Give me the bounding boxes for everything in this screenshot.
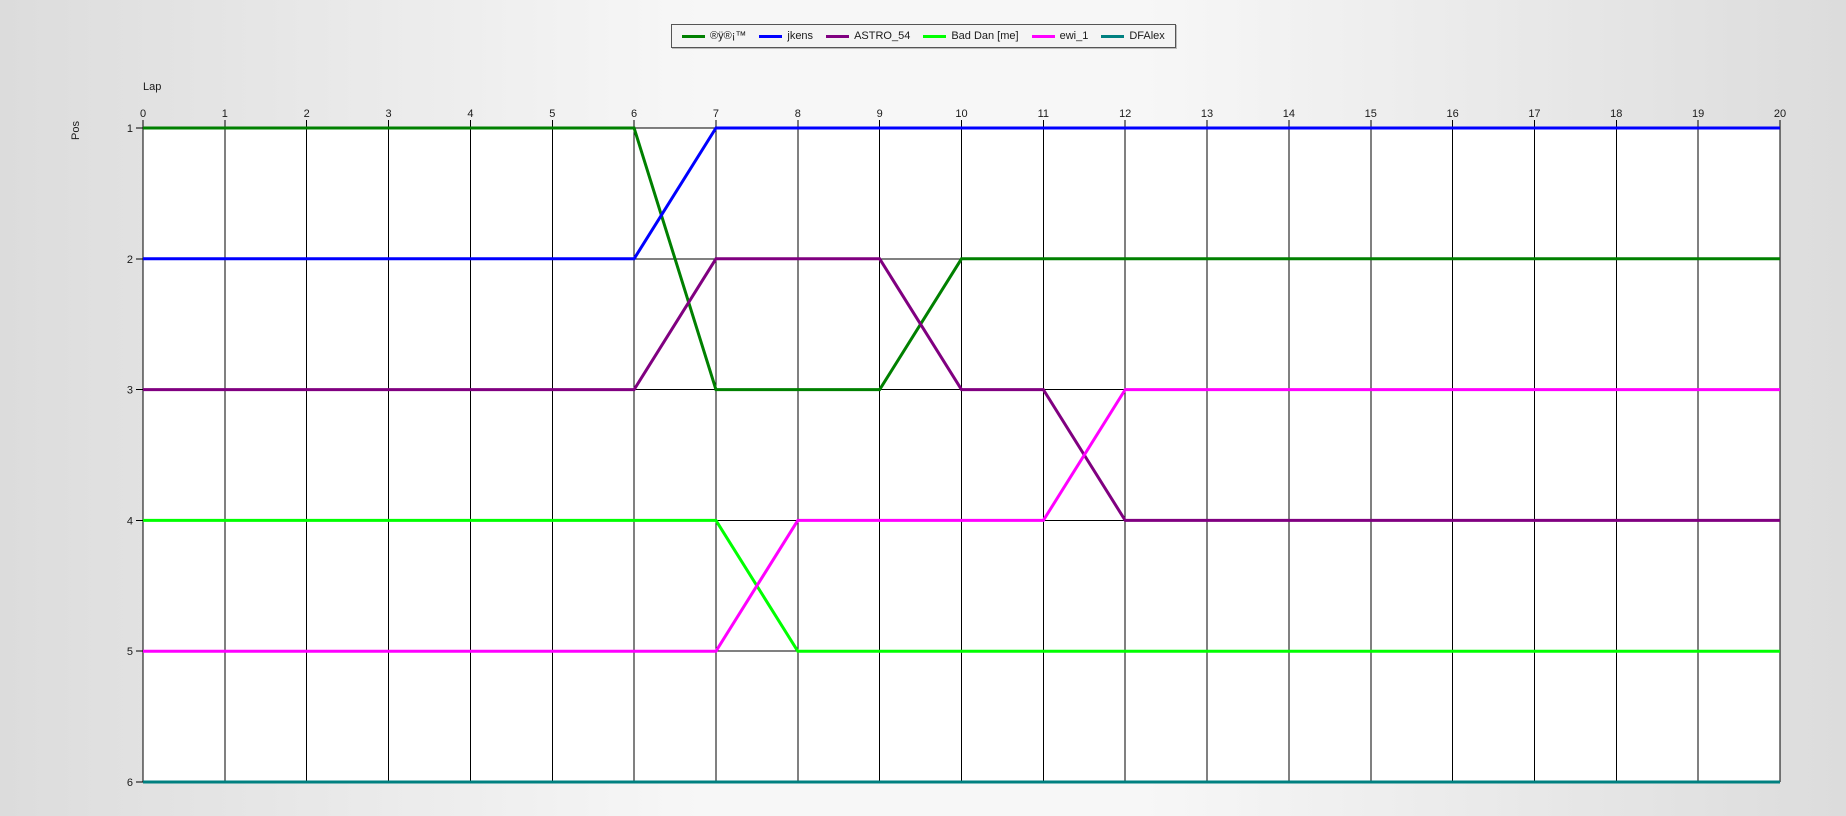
x-tick-label: 9	[877, 108, 883, 120]
legend-swatch	[682, 34, 705, 38]
legend-label: DFAlex	[1129, 30, 1165, 42]
legend-item: jkens	[759, 30, 813, 42]
y-tick-label: 6	[127, 777, 133, 789]
x-tick-label: 11	[1038, 108, 1049, 120]
x-tick-label: 3	[385, 108, 391, 120]
legend-label: ASTRO_54	[854, 30, 911, 42]
y-tick-label: 1	[127, 123, 133, 135]
x-tick-label: 0	[140, 108, 146, 120]
chart-legend: ®ÿ®¡™ jkens ASTRO_54 Bad Dan [me] ewi_1 DFAle…	[671, 24, 1176, 48]
legend-swatch	[1031, 34, 1055, 38]
x-tick-label: 15	[1365, 108, 1377, 120]
y-tick-label: 4	[127, 515, 133, 527]
chart-grid	[136, 120, 1781, 783]
legend-item: DFAlex	[1101, 30, 1165, 42]
legend-item: ASTRO_54	[826, 30, 910, 42]
legend-swatch	[826, 34, 850, 38]
x-tick-label: 10	[955, 108, 967, 120]
legend-swatch	[759, 34, 783, 38]
x-tick-label: 6	[631, 108, 637, 120]
x-tick-label: 14	[1283, 108, 1295, 120]
x-tick-label: 19	[1692, 108, 1704, 120]
legend-item: ®ÿ®¡™	[682, 30, 746, 42]
x-tick-label: 17	[1528, 108, 1540, 120]
legend-swatch	[1101, 34, 1125, 38]
x-tick-label: 7	[713, 108, 719, 120]
x-tick-label: 18	[1610, 108, 1622, 120]
y-tick-label: 2	[127, 254, 133, 266]
legend-label: ®ÿ®¡™	[710, 30, 747, 42]
x-tick-label: 20	[1774, 108, 1786, 120]
position-chart: 0 1 2 3 4 5 6 7 8 9 10 11 12 13 14 15 16 17 18 19 20123456	[127, 108, 1786, 789]
x-tick-label: 2	[304, 108, 310, 120]
x-tick-label: 8	[795, 108, 801, 120]
x-tick-label: 1	[222, 108, 228, 120]
legend-label: ewi_1	[1059, 30, 1089, 42]
legend-swatch	[923, 34, 947, 38]
legend-item: ewi_1	[1031, 30, 1089, 42]
legend-item: Bad Dan [me]	[923, 30, 1019, 42]
y-axis-title: Pos	[70, 121, 82, 140]
x-tick-label: 12	[1119, 108, 1131, 120]
y-tick-label: 5	[127, 646, 133, 658]
legend-label: jkens	[787, 30, 814, 42]
x-tick-label: 5	[549, 108, 555, 120]
legend-label: Bad Dan [me]	[951, 30, 1019, 42]
x-tick-label: 16	[1446, 108, 1458, 120]
x-tick-label: 13	[1201, 108, 1213, 120]
x-axis-title: Lap	[143, 81, 162, 93]
y-tick-label: 3	[127, 385, 133, 397]
x-tick-label: 4	[467, 108, 473, 120]
